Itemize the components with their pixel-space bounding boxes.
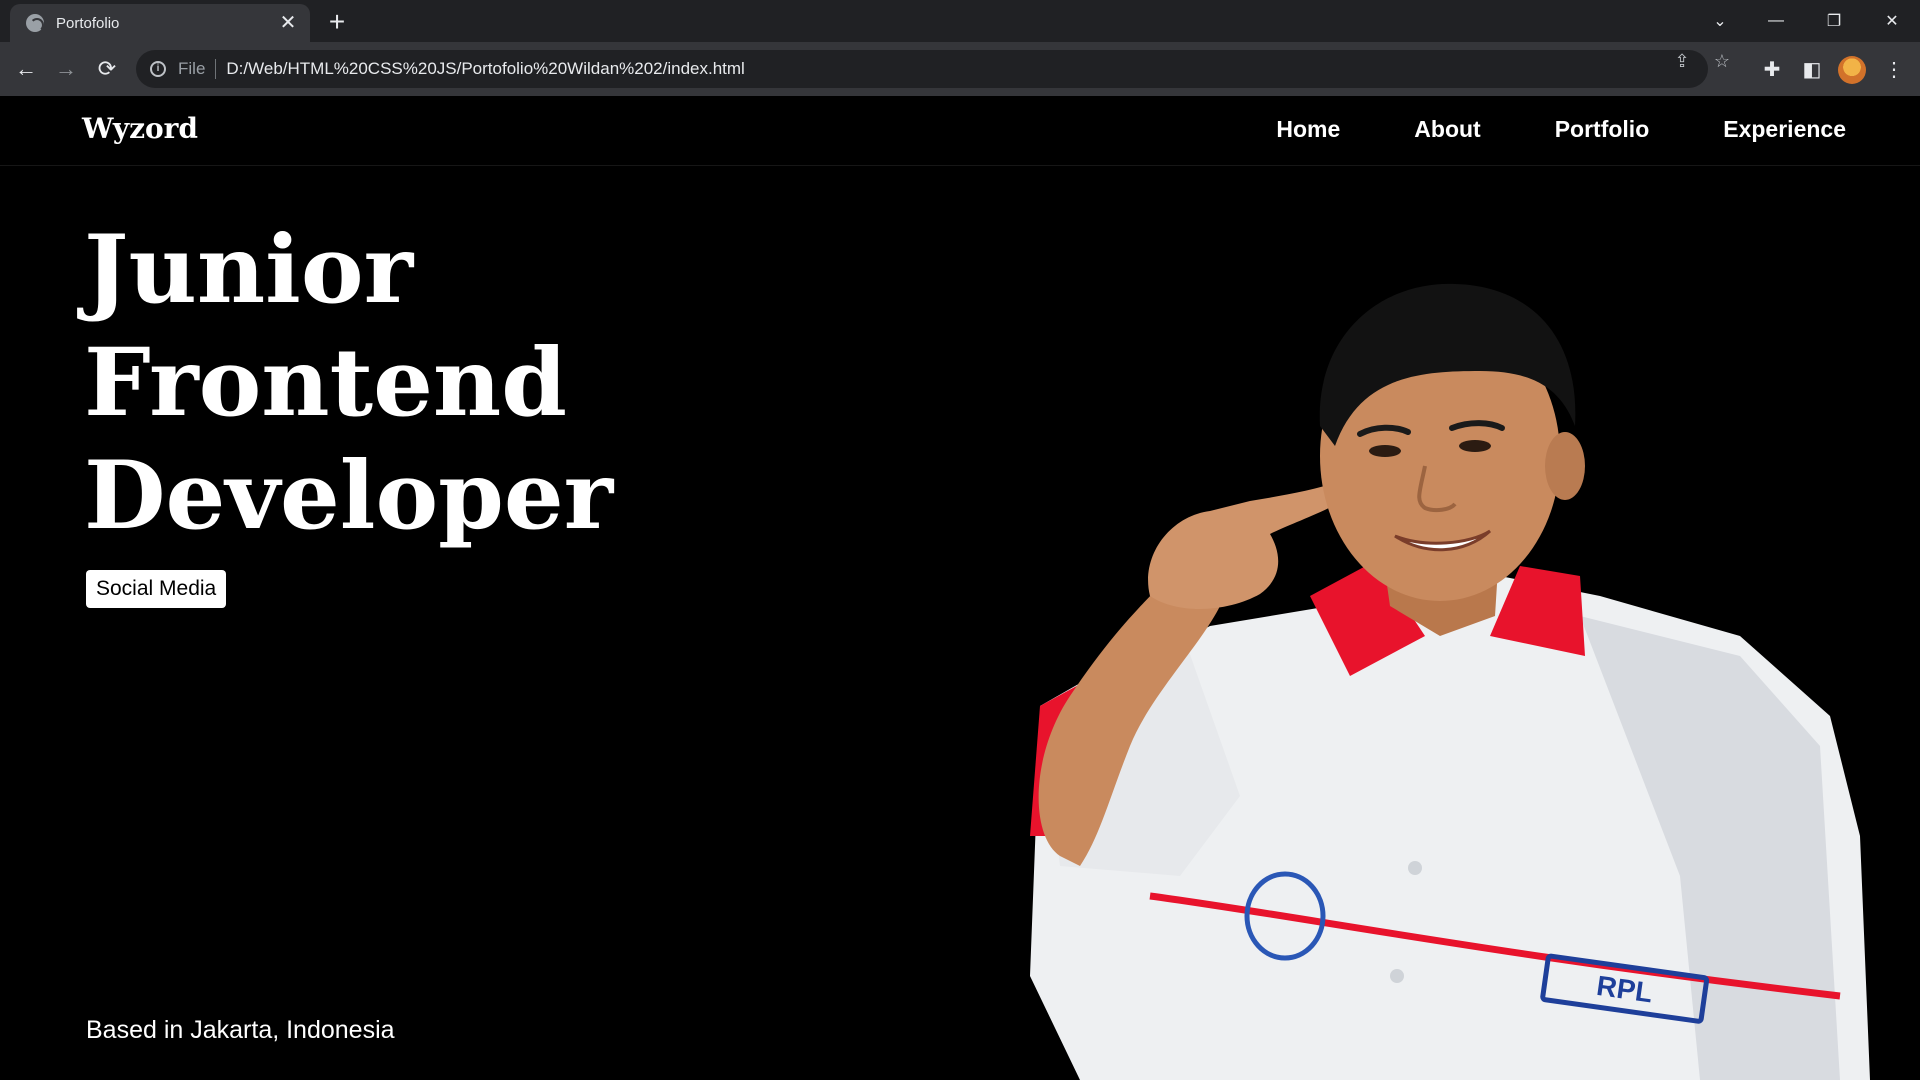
browser-tabbar: Portofolio ✕ + ⌄ — ❐ ✕	[0, 0, 1920, 42]
url-text[interactable]: D:/Web/HTML%20CSS%20JS/Portofolio%20Wild…	[226, 59, 744, 79]
new-tab-button[interactable]: +	[322, 8, 352, 38]
browser-menu-icon[interactable]: ⋮	[1878, 53, 1910, 85]
side-panel-icon[interactable]: ◧	[1796, 53, 1828, 85]
extensions-icon[interactable]: ✚	[1756, 53, 1788, 85]
profile-avatar[interactable]	[1838, 56, 1866, 84]
ear	[1545, 432, 1585, 500]
hero-line: Junior	[84, 215, 414, 325]
reload-button[interactable]: ⟳	[91, 53, 123, 85]
nav-menu: Home About Portfolio Experience	[1276, 116, 1846, 143]
back-button[interactable]: ←	[10, 53, 42, 85]
shirt-button	[1408, 861, 1422, 875]
tab-title: Portofolio	[56, 14, 120, 32]
social-media-button[interactable]: Social Media	[86, 570, 227, 608]
share-icon[interactable]: ⇪	[1672, 51, 1692, 71]
portrait-photo: RPL	[1030, 283, 1870, 1080]
nav-portfolio[interactable]: Portfolio	[1555, 116, 1650, 143]
left-eye	[1369, 445, 1401, 457]
window-close-button[interactable]: ✕	[1864, 0, 1920, 42]
hero-title: Junior Frontend Developer	[84, 214, 613, 553]
browser-toolbar: ← → ⟳ i File D:/Web/HTML%20CSS%20JS/Port…	[0, 42, 1920, 96]
nav-home[interactable]: Home	[1276, 116, 1340, 143]
location-text: Based in Jakarta, Indonesia	[86, 1016, 395, 1044]
page-viewport: Wyzord Home About Portfolio Experience J…	[0, 96, 1920, 1080]
globe-icon	[26, 14, 44, 32]
forward-button[interactable]: →	[50, 53, 82, 85]
hero-line: Developer	[84, 441, 614, 551]
address-bar[interactable]: i File D:/Web/HTML%20CSS%20JS/Portofolio…	[136, 50, 1708, 88]
tab-close-icon[interactable]: ✕	[278, 13, 298, 33]
nav-experience[interactable]: Experience	[1723, 116, 1846, 143]
bookmark-star-icon[interactable]: ☆	[1712, 51, 1732, 71]
omnibox-divider	[215, 59, 217, 79]
hero-line: Frontend	[84, 328, 567, 438]
restore-button[interactable]: ❐	[1806, 0, 1862, 42]
nav-about[interactable]: About	[1414, 116, 1480, 143]
browser-tab[interactable]: Portofolio ✕	[10, 4, 310, 42]
right-eye	[1459, 440, 1491, 452]
site-logo[interactable]: Wyzord	[82, 112, 198, 145]
site-navbar: Wyzord Home About Portfolio Experience	[0, 96, 1920, 166]
tab-search-icon[interactable]: ⌄	[1692, 0, 1748, 42]
scheme-label: File	[178, 59, 206, 78]
minimize-button[interactable]: —	[1748, 0, 1804, 42]
shirt-button	[1390, 969, 1404, 983]
info-icon[interactable]: i	[150, 61, 166, 77]
